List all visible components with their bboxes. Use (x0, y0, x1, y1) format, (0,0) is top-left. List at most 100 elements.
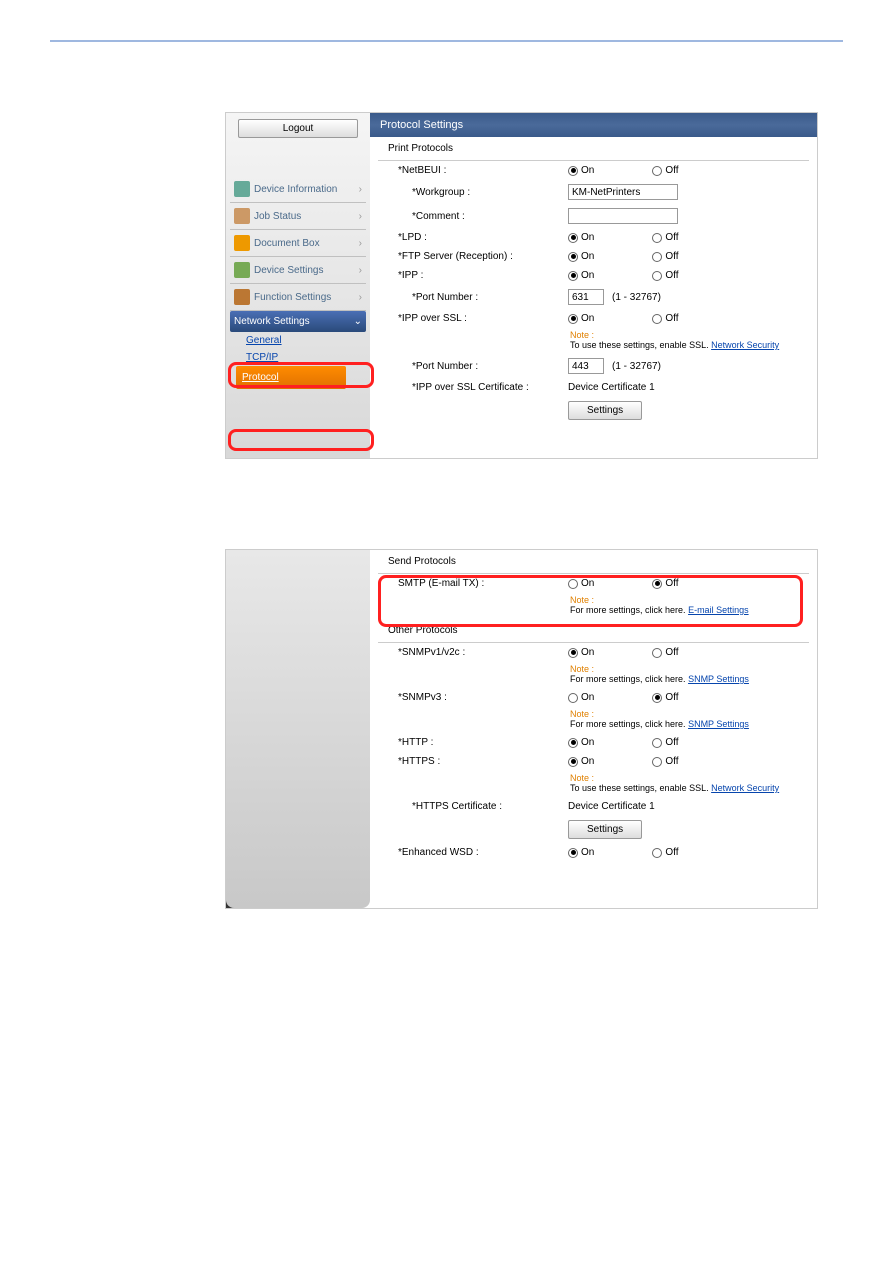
sidebar-2 (226, 550, 370, 908)
https-on[interactable]: On (568, 756, 594, 767)
sub-tcpip[interactable]: TCP/IP (246, 349, 366, 366)
ipp-on[interactable]: On (568, 270, 594, 281)
sidebar: Logout Device Information › Job Status › D… (226, 113, 370, 458)
content-panel-2: Send Protocols SMTP (E-mail TX) :OnOff N… (370, 550, 817, 908)
nav-job-status[interactable]: Job Status › (230, 203, 366, 230)
note-label: Note : (370, 662, 817, 674)
document-box-icon (234, 235, 250, 251)
label-https: *HTTPS : (388, 756, 568, 767)
sub-protocol[interactable]: Protocol (236, 366, 346, 389)
note-label: Note : (370, 328, 817, 340)
section-print-protocols: Print Protocols (378, 137, 809, 161)
device-info-icon (234, 181, 250, 197)
label-http: *HTTP : (388, 737, 568, 748)
label-comment: *Comment : (388, 211, 568, 222)
netbeui-on[interactable]: On (568, 165, 594, 176)
chevron-right-icon: › (359, 238, 362, 249)
nav-network-settings[interactable]: Network Settings ⌄ (230, 311, 366, 332)
label-ippssl-port: *Port Number : (388, 361, 568, 372)
link-network-security[interactable]: Network Security (711, 340, 779, 350)
link-network-security-2[interactable]: Network Security (711, 783, 779, 793)
chevron-right-icon: › (359, 265, 362, 276)
label-ippssl-cert: *IPP over SSL Certificate : (388, 382, 568, 393)
smtp-on[interactable]: On (568, 578, 594, 589)
nav-label: Device Settings (254, 265, 323, 276)
lpd-on[interactable]: On (568, 232, 594, 243)
label-snmp12: *SNMPv1/v2c : (388, 647, 568, 658)
snmp12-off[interactable]: Off (652, 647, 678, 658)
port-range: (1 - 32767) (612, 292, 661, 303)
job-status-icon (234, 208, 250, 224)
note-label: Note : (370, 593, 817, 605)
chevron-down-icon: ⌄ (354, 316, 362, 327)
logout-button[interactable]: Logout (238, 119, 358, 138)
snmp12-note: For more settings, click here. SNMP Sett… (370, 674, 817, 688)
section-other-protocols: Other Protocols (378, 619, 809, 643)
ippssl-port-input[interactable] (568, 358, 604, 374)
nav-label: Function Settings (254, 292, 331, 303)
nav-device-settings[interactable]: Device Settings › (230, 257, 366, 284)
note-label: Note : (370, 707, 817, 719)
nav-document-box[interactable]: Document Box › (230, 230, 366, 257)
https-note: To use these settings, enable SSL. Netwo… (370, 783, 817, 797)
header-rule (50, 40, 843, 42)
label-ftp: *FTP Server (Reception) : (388, 251, 568, 262)
port2-range: (1 - 32767) (612, 361, 661, 372)
note-label: Note : (370, 771, 817, 783)
function-settings-icon (234, 289, 250, 305)
snmp3-on[interactable]: On (568, 692, 594, 703)
label-snmp3: *SNMPv3 : (388, 692, 568, 703)
nav-function-settings[interactable]: Function Settings › (230, 284, 366, 311)
link-email-settings[interactable]: E-mail Settings (688, 605, 749, 615)
link-snmp-settings-2[interactable]: SNMP Settings (688, 719, 749, 729)
chevron-right-icon: › (359, 211, 362, 222)
https-settings-button[interactable]: Settings (568, 820, 642, 839)
section-send-protocols: Send Protocols (378, 550, 809, 574)
screenshot-1: Logout Device Information › Job Status › D… (225, 112, 818, 459)
chevron-right-icon: › (359, 292, 362, 303)
label-lpd: *LPD : (388, 232, 568, 243)
workgroup-input[interactable] (568, 184, 678, 200)
label-ippssl: *IPP over SSL : (388, 313, 568, 324)
ewsd-on[interactable]: On (568, 847, 594, 858)
netbeui-off[interactable]: Off (652, 165, 678, 176)
panel-title: Protocol Settings (370, 113, 817, 137)
https-off[interactable]: Off (652, 756, 678, 767)
ftp-off[interactable]: Off (652, 251, 678, 262)
smtp-note: For more settings, click here. E-mail Se… (370, 605, 817, 619)
snmp3-note: For more settings, click here. SNMP Sett… (370, 719, 817, 733)
nav-label: Job Status (254, 211, 301, 222)
http-off[interactable]: Off (652, 737, 678, 748)
nav-label: Device Information (254, 184, 337, 195)
comment-input[interactable] (568, 208, 678, 224)
label-ipp-port: *Port Number : (388, 292, 568, 303)
nav-device-information[interactable]: Device Information › (230, 176, 366, 203)
link-snmp-settings[interactable]: SNMP Settings (688, 674, 749, 684)
snmp3-off[interactable]: Off (652, 692, 678, 703)
lpd-off[interactable]: Off (652, 232, 678, 243)
ftp-on[interactable]: On (568, 251, 594, 262)
label-workgroup: *Workgroup : (388, 187, 568, 198)
ippssl-off[interactable]: Off (652, 313, 678, 324)
ewsd-off[interactable]: Off (652, 847, 678, 858)
http-on[interactable]: On (568, 737, 594, 748)
nav-label: Document Box (254, 238, 320, 249)
https-cert-value: Device Certificate 1 (568, 801, 799, 812)
label-ipp: *IPP : (388, 270, 568, 281)
ipp-off[interactable]: Off (652, 270, 678, 281)
device-settings-icon (234, 262, 250, 278)
chevron-right-icon: › (359, 184, 362, 195)
ippssl-settings-button[interactable]: Settings (568, 401, 642, 420)
screenshot-2: Send Protocols SMTP (E-mail TX) :OnOff N… (225, 549, 818, 909)
nav-label: Network Settings (234, 316, 310, 327)
smtp-off[interactable]: Off (652, 578, 678, 589)
sub-general[interactable]: General (246, 332, 366, 349)
snmp12-on[interactable]: On (568, 647, 594, 658)
content-panel: Protocol Settings Print Protocols *NetBE… (370, 113, 817, 458)
label-smtp: SMTP (E-mail TX) : (388, 578, 568, 589)
ippssl-on[interactable]: On (568, 313, 594, 324)
ipp-port-input[interactable] (568, 289, 604, 305)
ippssl-cert-value: Device Certificate 1 (568, 382, 799, 393)
label-https-cert: *HTTPS Certificate : (388, 801, 568, 812)
label-ewsd: *Enhanced WSD : (388, 847, 568, 858)
